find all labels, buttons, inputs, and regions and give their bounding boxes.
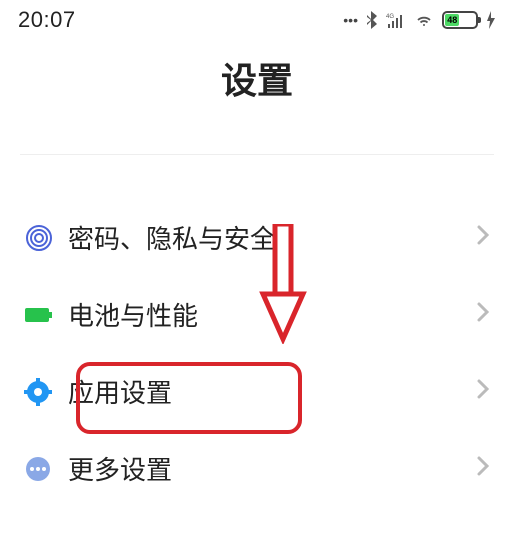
chevron-right-icon: [476, 378, 490, 405]
status-clock: 20:07: [18, 7, 76, 33]
divider: [20, 154, 494, 155]
settings-list: 密码、隐私与安全 电池与性能 应用设置 更多设置: [0, 199, 514, 507]
row-battery-performance[interactable]: 电池与性能: [18, 276, 496, 353]
row-label: 更多设置: [68, 450, 476, 487]
row-label: 密码、隐私与安全: [68, 219, 476, 256]
signal-icon: 4G: [386, 12, 406, 28]
battery-row-icon: [24, 305, 68, 325]
more-dots-icon: •••: [343, 12, 358, 28]
chevron-right-icon: [476, 455, 490, 482]
fingerprint-icon: [24, 223, 68, 253]
row-label: 应用设置: [68, 373, 476, 410]
status-bar: 20:07 ••• 4G 48: [0, 0, 514, 40]
page-title: 设置: [0, 52, 514, 104]
chevron-right-icon: [476, 224, 490, 251]
more-icon: [24, 455, 68, 483]
row-label: 电池与性能: [68, 296, 476, 333]
status-icons: ••• 4G 48: [343, 11, 496, 29]
bluetooth-icon: [366, 11, 378, 29]
battery-icon: 48: [442, 11, 478, 29]
chevron-right-icon: [476, 301, 490, 328]
charging-icon: [486, 11, 496, 29]
gear-icon: [24, 378, 68, 406]
row-more-settings[interactable]: 更多设置: [18, 430, 496, 507]
battery-percent: 48: [447, 15, 457, 25]
svg-text:4G: 4G: [386, 14, 394, 20]
row-app-settings[interactable]: 应用设置: [18, 353, 496, 430]
wifi-icon: [414, 12, 434, 28]
row-privacy-security[interactable]: 密码、隐私与安全: [18, 199, 496, 276]
